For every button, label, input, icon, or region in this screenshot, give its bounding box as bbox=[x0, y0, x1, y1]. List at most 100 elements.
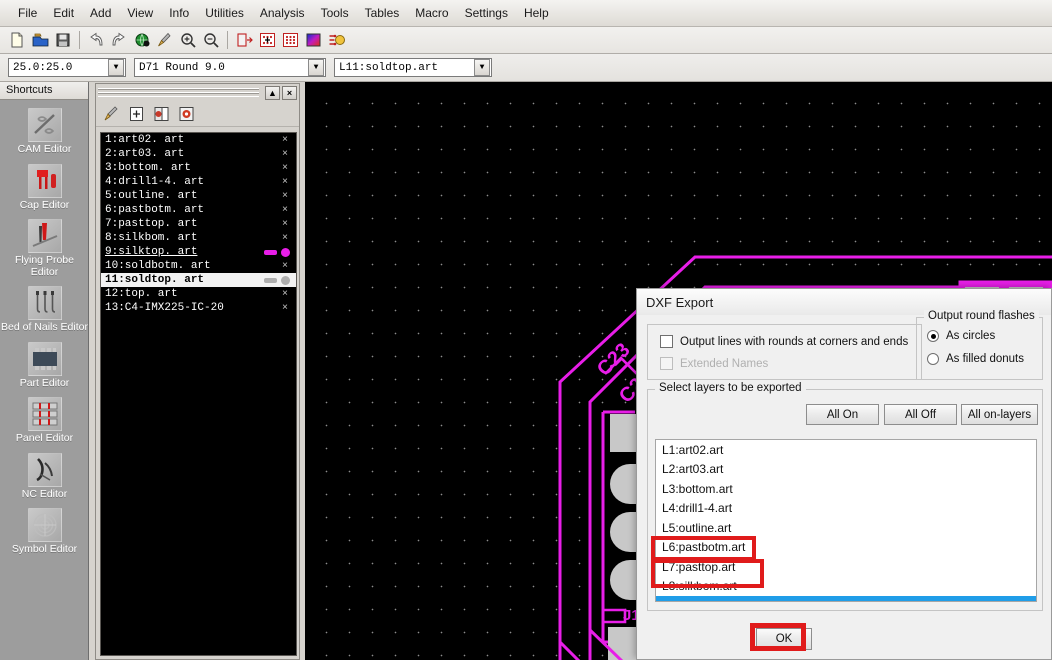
layer-off-icon[interactable]: × bbox=[274, 233, 296, 244]
nc-editor-icon bbox=[27, 452, 62, 487]
menu-item-tools[interactable]: Tools bbox=[313, 3, 357, 23]
chevron-down-icon[interactable]: ▼ bbox=[308, 59, 324, 76]
bed-of-nails-editor-icon bbox=[27, 286, 62, 320]
menu-item-add[interactable]: Add bbox=[82, 3, 119, 23]
export-layer-listbox[interactable]: L1:art02.art L2:art03.art L3:bottom.art … bbox=[655, 439, 1037, 602]
layer-off-icon[interactable]: × bbox=[274, 205, 296, 216]
sidebar-item-nc-editor[interactable]: NC Editor bbox=[0, 445, 89, 501]
aperture-combo[interactable]: D71 Round 9.0 ▼ bbox=[134, 58, 326, 77]
menu-item-edit[interactable]: Edit bbox=[45, 3, 82, 23]
menu-item-file[interactable]: File bbox=[10, 3, 45, 23]
close-panel-button[interactable]: × bbox=[282, 85, 297, 100]
select-layers-group: Select layers to be exported All On All … bbox=[647, 382, 1043, 611]
all-off-button[interactable]: All Off bbox=[884, 404, 957, 425]
layer-panel-titlebar[interactable]: ▲ × bbox=[96, 84, 299, 101]
collapse-up-button[interactable]: ▲ bbox=[265, 85, 280, 100]
grid-black-icon[interactable] bbox=[256, 30, 278, 51]
list-item-soldtop-selected[interactable]: 11:soldtop. art bbox=[101, 273, 296, 287]
as-filled-donuts-radio[interactable] bbox=[927, 353, 939, 365]
menu-item-utilities[interactable]: Utilities bbox=[197, 3, 252, 23]
layer-off-icon[interactable]: × bbox=[274, 177, 296, 188]
list-item[interactable]: L2:art03.art bbox=[656, 460, 1036, 480]
menu-item-view[interactable]: View bbox=[119, 3, 161, 23]
active-layer-combo[interactable]: L11:soldtop.art ▼ bbox=[334, 58, 492, 77]
grid-red-icon[interactable] bbox=[279, 30, 301, 51]
list-item-silktop[interactable]: 9:silktop. art bbox=[101, 245, 296, 259]
refresh-globe-icon[interactable] bbox=[131, 30, 153, 51]
menu-item-analysis[interactable]: Analysis bbox=[252, 3, 313, 23]
undo-arrow-icon[interactable] bbox=[85, 30, 107, 51]
sidebar-item-bed-of-nails-editor[interactable]: Bed of Nails Editor bbox=[0, 278, 89, 334]
grid-combo[interactable]: 25.0:25.0 ▼ bbox=[8, 58, 126, 77]
list-item[interactable]: L5:outline.art bbox=[656, 518, 1036, 538]
layer-off-icon[interactable]: × bbox=[274, 303, 296, 314]
drag-grip-icon[interactable] bbox=[98, 88, 259, 97]
menu-item-info[interactable]: Info bbox=[161, 3, 197, 23]
zoom-in-icon[interactable] bbox=[177, 30, 199, 51]
chevron-down-icon[interactable]: ▼ bbox=[474, 59, 490, 76]
layer-off-icon[interactable]: × bbox=[274, 135, 296, 146]
color-palette-icon[interactable] bbox=[302, 30, 324, 51]
layer-list[interactable]: 1:art02. art × 2:art03. art × 3:bottom. … bbox=[100, 132, 297, 656]
all-on-layers-button[interactable]: All on-layers bbox=[961, 404, 1038, 425]
list-item[interactable]: L6:pastbotm.art bbox=[656, 538, 1036, 558]
list-item[interactable]: L8:silkbom.art bbox=[656, 577, 1036, 597]
list-item[interactable]: L4:drill1-4.art bbox=[656, 499, 1036, 519]
list-item[interactable]: 1:art02. art × bbox=[101, 133, 296, 147]
list-item[interactable]: 8:silkbom. art × bbox=[101, 231, 296, 245]
output-rounds-checkbox[interactable] bbox=[660, 335, 673, 348]
as-filled-donuts-radio-row[interactable]: As filled donuts bbox=[927, 353, 1042, 365]
list-item[interactable]: 2:art03. art × bbox=[101, 147, 296, 161]
sidebar-item-cam-editor[interactable]: CAM Editor bbox=[0, 100, 89, 156]
list-item[interactable]: L7:pasttop.art bbox=[656, 557, 1036, 577]
menu-item-settings[interactable]: Settings bbox=[457, 3, 516, 23]
chevron-down-icon[interactable]: ▼ bbox=[108, 59, 124, 76]
insert-layer-icon[interactable] bbox=[233, 30, 255, 51]
all-on-button[interactable]: All On bbox=[806, 404, 879, 425]
sidebar-item-label: Panel Editor bbox=[15, 432, 74, 444]
sidebar-item-cap-editor[interactable]: Cap Editor bbox=[0, 156, 89, 212]
layer-visibility-indicator[interactable] bbox=[262, 247, 296, 257]
as-circles-radio[interactable] bbox=[927, 330, 939, 342]
open-folder-icon[interactable] bbox=[29, 30, 51, 51]
sidebar-item-symbol-editor[interactable]: Symbol Editor bbox=[0, 500, 89, 556]
list-item[interactable]: 5:outline. art × bbox=[101, 189, 296, 203]
layer-off-icon[interactable]: × bbox=[274, 261, 296, 272]
menu-item-macro[interactable]: Macro bbox=[407, 3, 456, 23]
list-item[interactable]: L3:bottom.art bbox=[656, 479, 1036, 499]
layer-off-icon[interactable]: × bbox=[274, 163, 296, 174]
layer-color-dot bbox=[281, 247, 290, 257]
save-disk-icon[interactable] bbox=[52, 30, 74, 51]
list-item[interactable]: 12:top. art × bbox=[101, 287, 296, 301]
list-item-silktop-selected[interactable]: L9:silktop.art bbox=[656, 596, 1036, 601]
menu-item-tables[interactable]: Tables bbox=[357, 3, 408, 23]
layer-off-icon[interactable]: × bbox=[274, 219, 296, 230]
as-circles-radio-row[interactable]: As circles bbox=[927, 330, 1042, 342]
load-layer-icon[interactable] bbox=[152, 104, 172, 124]
zoom-out-icon[interactable] bbox=[200, 30, 222, 51]
list-item[interactable]: 13:C4-IMX225-IC-20 × bbox=[101, 301, 296, 315]
sidebar-item-part-editor[interactable]: Part Editor bbox=[0, 334, 89, 390]
list-item[interactable]: 10:soldbotm. art × bbox=[101, 259, 296, 273]
list-item[interactable]: 4:drill1-4. art × bbox=[101, 175, 296, 189]
list-item[interactable]: 3:bottom. art × bbox=[101, 161, 296, 175]
clean-broom-icon[interactable] bbox=[154, 30, 176, 51]
redo-arrow-icon[interactable] bbox=[108, 30, 130, 51]
save-layer-icon[interactable] bbox=[177, 104, 197, 124]
clean-broom-icon[interactable] bbox=[102, 104, 122, 124]
layer-off-icon[interactable]: × bbox=[274, 191, 296, 202]
netlist-icon[interactable] bbox=[325, 30, 347, 51]
list-item[interactable]: 7:pasttop. art × bbox=[101, 217, 296, 231]
layer-visibility-indicator[interactable] bbox=[262, 275, 296, 285]
layer-off-icon[interactable]: × bbox=[274, 289, 296, 300]
list-item[interactable]: L1:art02.art bbox=[656, 440, 1036, 460]
list-item[interactable]: 6:pastbotm. art × bbox=[101, 203, 296, 217]
output-rounds-checkbox-row[interactable]: Output lines with rounds at corners and … bbox=[660, 335, 921, 348]
new-file-icon[interactable] bbox=[6, 30, 28, 51]
menu-item-help[interactable]: Help bbox=[516, 3, 557, 23]
add-layer-icon[interactable] bbox=[127, 104, 147, 124]
layer-name: 7:pasttop. art bbox=[105, 218, 198, 230]
layer-off-icon[interactable]: × bbox=[274, 149, 296, 160]
sidebar-item-flying-probe-editor[interactable]: Flying Probe Editor bbox=[0, 211, 89, 278]
sidebar-item-panel-editor[interactable]: Panel Editor bbox=[0, 389, 89, 445]
